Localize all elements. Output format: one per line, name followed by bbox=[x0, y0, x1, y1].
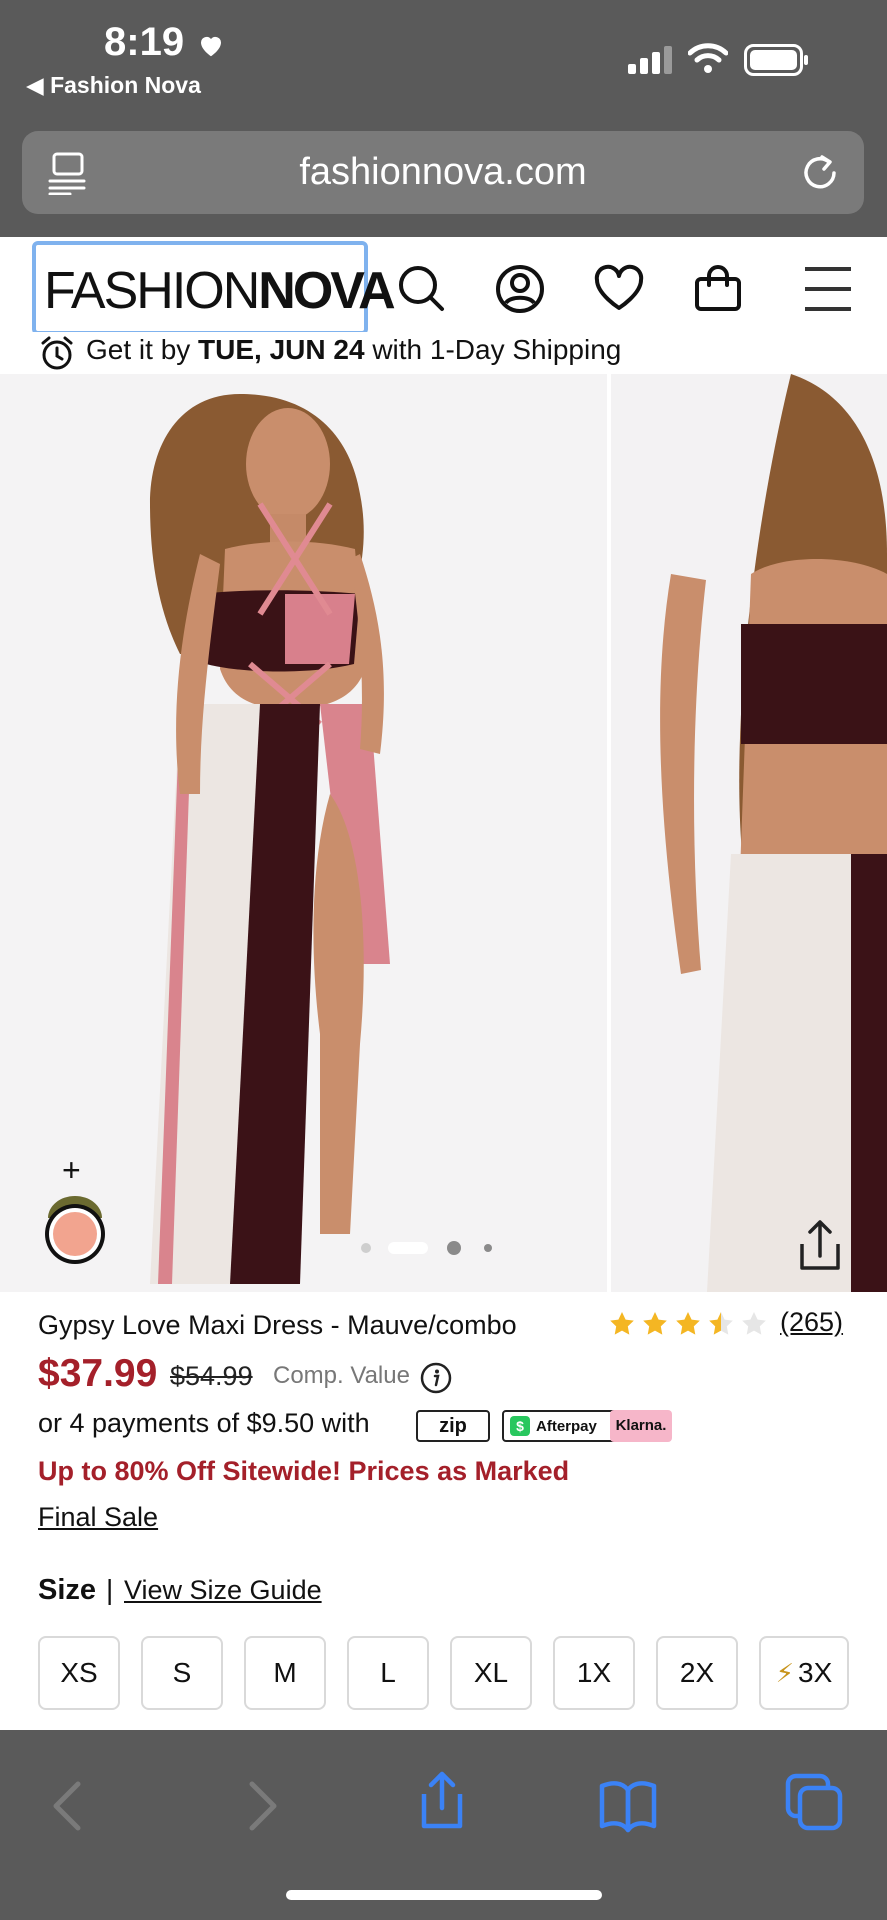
sale-price: $37.99 bbox=[38, 1352, 158, 1395]
back-arrow-icon[interactable] bbox=[40, 1776, 100, 1836]
wifi-icon bbox=[688, 43, 728, 73]
size-option-s[interactable]: S bbox=[141, 1636, 223, 1710]
size-option-m[interactable]: M bbox=[244, 1636, 326, 1710]
tabs-icon[interactable] bbox=[784, 1772, 844, 1832]
size-option-xl[interactable]: XL bbox=[450, 1636, 532, 1710]
size-option-3x[interactable]: ⚡ 3X bbox=[759, 1636, 849, 1710]
klarna-badge[interactable]: Klarna. bbox=[610, 1410, 672, 1442]
share-icon[interactable] bbox=[790, 1216, 850, 1276]
shipping-suffix: with 1-Day Shipping bbox=[364, 334, 622, 365]
bookmarks-icon[interactable] bbox=[598, 1776, 658, 1836]
browser-toolbar bbox=[0, 1730, 887, 1920]
color-swatch-button[interactable] bbox=[42, 1180, 108, 1268]
size-option-xs[interactable]: XS bbox=[38, 1636, 120, 1710]
alarm-clock-icon bbox=[41, 336, 73, 370]
zip-badge[interactable]: zip bbox=[416, 1410, 490, 1442]
wishlist-heart-icon[interactable] bbox=[593, 263, 645, 315]
gallery-pagination-dots[interactable] bbox=[360, 1238, 500, 1258]
address-bar[interactable]: fashionnova.com bbox=[22, 131, 864, 214]
account-icon[interactable] bbox=[494, 263, 546, 315]
logo-light: FASHION bbox=[44, 262, 260, 320]
url-text[interactable]: fashionnova.com bbox=[22, 131, 864, 214]
size-option-3x-label: 3X bbox=[798, 1657, 833, 1688]
shipping-text: Get it by TUE, JUN 24 with 1-Day Shippin… bbox=[86, 334, 621, 366]
logo-bold: NOVA bbox=[258, 262, 395, 320]
installment-text: or 4 payments of $9.50 with bbox=[38, 1408, 370, 1438]
search-icon[interactable] bbox=[396, 263, 448, 315]
hamburger-menu-icon[interactable] bbox=[802, 263, 854, 315]
status-time: 8:19 bbox=[104, 20, 185, 64]
shipping-prefix: Get it by bbox=[86, 334, 199, 365]
fashion-nova-logo[interactable]: FASHIONNOVA bbox=[32, 241, 396, 335]
final-sale-link[interactable]: Final Sale bbox=[38, 1502, 158, 1533]
logo-text: FASHIONNOVA bbox=[44, 262, 396, 320]
afterpay-icon: $ bbox=[510, 1416, 530, 1436]
rating-stars[interactable] bbox=[608, 1310, 768, 1338]
size-option-2x[interactable]: 2X bbox=[656, 1636, 738, 1710]
size-label: Size bbox=[38, 1574, 97, 1606]
afterpay-badge[interactable]: $ Afterpay bbox=[502, 1410, 618, 1442]
product-image-next[interactable] bbox=[611, 374, 887, 1292]
share-icon[interactable] bbox=[412, 1770, 472, 1830]
shipping-banner: Get it by TUE, JUN 24 with 1-Day Shippin… bbox=[0, 332, 887, 374]
shipping-date: TUE, JUN 24 bbox=[198, 334, 365, 365]
signal-icon bbox=[628, 46, 672, 74]
model-illustration bbox=[150, 394, 390, 1284]
review-count-link[interactable]: (265) bbox=[780, 1307, 843, 1338]
reload-icon[interactable] bbox=[798, 149, 844, 195]
original-price: $54.99 bbox=[170, 1361, 253, 1391]
forward-arrow-icon[interactable] bbox=[230, 1776, 290, 1836]
heart-status-icon bbox=[201, 36, 221, 57]
shopping-bag-icon[interactable] bbox=[692, 263, 744, 315]
afterpay-label: Afterpay bbox=[536, 1418, 597, 1435]
product-title: Gypsy Love Maxi Dress - Mauve/combo bbox=[38, 1310, 517, 1340]
size-separator: | bbox=[106, 1574, 114, 1605]
battery-icon bbox=[744, 44, 808, 76]
site-header: FASHIONNOVA bbox=[0, 237, 887, 342]
promo-text: Up to 80% Off Sitewide! Prices as Marked bbox=[38, 1456, 570, 1486]
size-option-1x[interactable]: 1X bbox=[553, 1636, 635, 1710]
home-indicator[interactable] bbox=[286, 1890, 602, 1900]
lightning-icon: ⚡ bbox=[775, 1658, 794, 1688]
reader-mode-icon[interactable] bbox=[48, 151, 88, 195]
view-size-guide-link[interactable]: View Size Guide bbox=[124, 1575, 322, 1606]
model-illustration-next bbox=[660, 374, 887, 1292]
status-bar: 8:19 ◀ Fashion Nova fashionnova.com bbox=[0, 0, 887, 237]
info-icon[interactable] bbox=[420, 1362, 452, 1394]
back-to-app-link[interactable]: ◀ Fashion Nova bbox=[26, 72, 201, 99]
product-image-main[interactable] bbox=[0, 374, 607, 1292]
size-option-l[interactable]: L bbox=[347, 1636, 429, 1710]
comp-value-label: Comp. Value bbox=[273, 1362, 410, 1389]
